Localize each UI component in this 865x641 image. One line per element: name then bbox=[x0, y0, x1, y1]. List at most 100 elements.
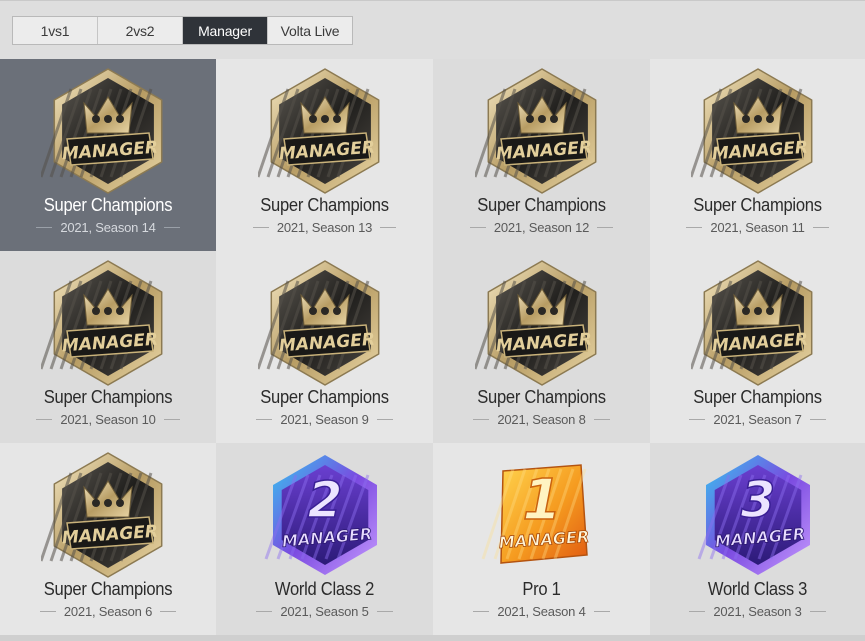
badge-artwork: 2MANAGER bbox=[264, 455, 377, 575]
badge-subtitle-row: 2021, Season 8 bbox=[433, 412, 650, 427]
badge-artwork: 1MANAGER bbox=[481, 464, 590, 564]
divider bbox=[256, 611, 273, 612]
tab-volta-live[interactable]: Volta Live bbox=[268, 17, 352, 44]
divider bbox=[809, 611, 826, 612]
badge-subtitle-row: 2021, Season 7 bbox=[650, 412, 865, 427]
badge-grid: MANAGER Super Champions 2021, Season 14 … bbox=[0, 59, 865, 635]
divider bbox=[36, 227, 53, 228]
badge-card[interactable]: MANAGER Super Champions 2021, Season 11 bbox=[650, 59, 865, 251]
svg-text:2: 2 bbox=[307, 471, 342, 529]
badge-artwork: MANAGER bbox=[690, 68, 812, 194]
badge-subtitle: 2021, Season 9 bbox=[280, 412, 369, 427]
divider bbox=[163, 227, 180, 228]
world-class-3-badge-icon: 3 MANAGER bbox=[691, 451, 825, 579]
badge-title: Super Champions bbox=[260, 387, 389, 407]
super-champions-badge-icon: MANAGER bbox=[257, 67, 392, 195]
world-class-2-badge-icon: 2 MANAGER bbox=[258, 451, 392, 579]
badge-subtitle: 2021, Season 8 bbox=[497, 412, 586, 427]
divider bbox=[473, 419, 490, 420]
badge-subtitle-row: 2021, Season 14 bbox=[0, 220, 216, 235]
badge-card[interactable]: MANAGER Super Champions 2021, Season 13 bbox=[216, 59, 433, 251]
bottom-strip bbox=[0, 635, 865, 641]
divider bbox=[473, 611, 490, 612]
badge-title: Super Champions bbox=[43, 195, 173, 215]
badge-card[interactable]: 2 MANAGER World Class 2 2021, Season 5 bbox=[216, 443, 433, 635]
badge-card[interactable]: 3 MANAGER World Class 3 2021, Season 3 bbox=[650, 443, 865, 635]
badge-card[interactable]: MANAGER Super Champions 2021, Season 9 bbox=[216, 251, 433, 443]
divider bbox=[380, 227, 397, 228]
divider bbox=[469, 227, 486, 228]
badge-artwork: MANAGER bbox=[257, 260, 379, 386]
mode-tabs: 1vs1 2vs2 Manager Volta Live bbox=[12, 16, 353, 45]
badge-subtitle: 2021, Season 14 bbox=[60, 220, 156, 235]
tab-1vs1[interactable]: 1vs1 bbox=[13, 17, 98, 44]
svg-text:1: 1 bbox=[522, 468, 561, 533]
svg-text:3: 3 bbox=[740, 471, 775, 529]
badge-subtitle: 2021, Season 7 bbox=[713, 412, 802, 427]
divider bbox=[39, 611, 56, 612]
pro-1-badge-icon: 1 MANAGER bbox=[475, 451, 609, 579]
badge-card[interactable]: 1 MANAGER Pro 1 2021, Season 4 bbox=[433, 443, 650, 635]
badge-title: Super Champions bbox=[693, 387, 822, 407]
badge-subtitle-row: 2021, Season 9 bbox=[216, 412, 433, 427]
badge-card[interactable]: MANAGER Super Champions 2021, Season 12 bbox=[433, 59, 650, 251]
badge-card[interactable]: MANAGER Super Champions 2021, Season 6 bbox=[0, 443, 216, 635]
badge-subtitle-row: 2021, Season 11 bbox=[650, 220, 865, 235]
badge-subtitle-row: 2021, Season 4 bbox=[433, 604, 650, 619]
badge-artwork: MANAGER bbox=[41, 260, 163, 386]
super-champions-badge-icon: MANAGER bbox=[690, 67, 825, 195]
badge-artwork: MANAGER bbox=[474, 260, 596, 386]
badge-card[interactable]: MANAGER Super Champions 2021, Season 7 bbox=[650, 251, 865, 443]
super-champions-badge-icon: MANAGER bbox=[41, 451, 175, 579]
badge-card[interactable]: MANAGER Super Champions 2021, Season 10 bbox=[0, 251, 216, 443]
divider bbox=[593, 419, 610, 420]
super-champions-badge-icon: MANAGER bbox=[41, 259, 175, 387]
badge-subtitle: 2021, Season 5 bbox=[280, 604, 369, 619]
badge-artwork: MANAGER bbox=[690, 260, 812, 386]
badge-subtitle: 2021, Season 4 bbox=[497, 604, 586, 619]
tab-manager[interactable]: Manager bbox=[183, 17, 268, 44]
divider bbox=[812, 227, 829, 228]
super-champions-badge-icon: MANAGER bbox=[257, 259, 392, 387]
badge-subtitle-row: 2021, Season 5 bbox=[216, 604, 433, 619]
badge-title: Pro 1 bbox=[522, 579, 561, 599]
badge-subtitle-row: 2021, Season 3 bbox=[650, 604, 865, 619]
badge-card[interactable]: MANAGER Super Champions 2021, Season 8 bbox=[433, 251, 650, 443]
super-champions-badge-icon: MANAGER bbox=[474, 259, 609, 387]
badge-subtitle: 2021, Season 6 bbox=[63, 604, 153, 619]
badge-subtitle: 2021, Season 3 bbox=[713, 604, 802, 619]
badge-title: Super Champions bbox=[260, 195, 389, 215]
divider bbox=[256, 419, 273, 420]
badge-card[interactable]: MANAGER Super Champions 2021, Season 14 bbox=[0, 59, 216, 251]
badge-title: Super Champions bbox=[43, 387, 173, 407]
divider bbox=[809, 419, 826, 420]
badge-title: World Class 3 bbox=[707, 579, 808, 599]
badge-artwork: MANAGER bbox=[257, 68, 379, 194]
tab-2vs2[interactable]: 2vs2 bbox=[98, 17, 183, 44]
badge-subtitle-row: 2021, Season 6 bbox=[0, 604, 216, 619]
badge-subtitle: 2021, Season 10 bbox=[60, 412, 156, 427]
badge-artwork: MANAGER bbox=[474, 68, 596, 194]
top-bar: 1vs1 2vs2 Manager Volta Live bbox=[0, 0, 865, 59]
badge-title: Super Champions bbox=[477, 387, 606, 407]
super-champions-badge-icon: MANAGER bbox=[474, 67, 609, 195]
badge-subtitle: 2021, Season 11 bbox=[710, 220, 805, 235]
divider bbox=[376, 419, 393, 420]
divider bbox=[163, 419, 180, 420]
badge-artwork: 3MANAGER bbox=[697, 455, 810, 575]
super-champions-badge-icon: MANAGER bbox=[690, 259, 825, 387]
super-champions-badge-icon: MANAGER bbox=[41, 67, 175, 195]
badge-subtitle: 2021, Season 12 bbox=[493, 220, 590, 235]
badge-artwork: MANAGER bbox=[41, 452, 163, 578]
divider bbox=[376, 611, 393, 612]
badge-title: Super Champions bbox=[477, 195, 606, 215]
divider bbox=[252, 227, 269, 228]
badge-subtitle-row: 2021, Season 10 bbox=[0, 412, 216, 427]
divider bbox=[36, 419, 53, 420]
divider bbox=[689, 611, 706, 612]
badge-title: Super Champions bbox=[43, 579, 173, 599]
divider bbox=[686, 227, 703, 228]
badge-subtitle-row: 2021, Season 13 bbox=[216, 220, 433, 235]
badge-artwork: MANAGER bbox=[41, 68, 163, 194]
badge-subtitle: 2021, Season 13 bbox=[276, 220, 373, 235]
